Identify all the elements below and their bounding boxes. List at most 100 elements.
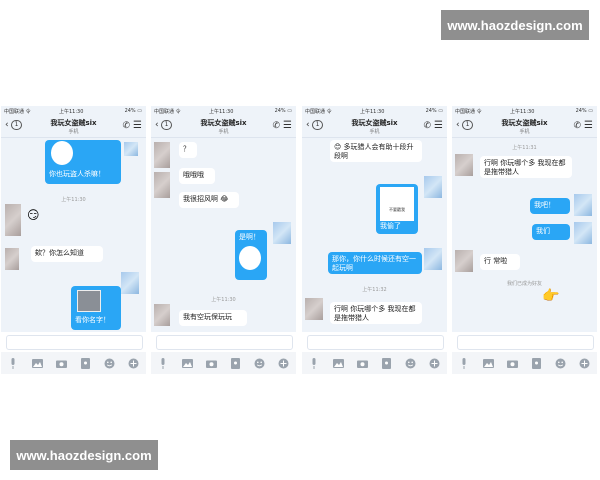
chat-header: ‹ 1 我玩女盗贼six 手机 ✆ ☰ bbox=[151, 115, 296, 138]
back-button[interactable]: ‹ 1 bbox=[306, 120, 324, 130]
message-bubble-in[interactable]: 我很招风啊 😂 bbox=[179, 192, 239, 208]
message-bubble-in[interactable]: 😊 多玩猎人会有助十段升段啊 bbox=[330, 140, 422, 162]
hamburger-menu-icon[interactable]: ☰ bbox=[283, 120, 292, 131]
camera-icon[interactable] bbox=[55, 357, 67, 369]
battery-label: 24% ▭ bbox=[274, 108, 292, 114]
avatar[interactable] bbox=[154, 172, 170, 198]
red-packet-icon[interactable] bbox=[531, 357, 543, 369]
message-bubble-in[interactable]: 哦哦哦 bbox=[179, 168, 215, 184]
time-label: 上午11:30 bbox=[510, 109, 535, 115]
carrier-label: 中国联通 令 bbox=[305, 109, 332, 115]
emoji-icon[interactable] bbox=[254, 357, 266, 369]
carrier-label: 中国联通 令 bbox=[4, 109, 31, 115]
message-bubble-in[interactable]: 我有空玩保玩玩 bbox=[179, 310, 247, 326]
message-text: 我很招风啊 😂 bbox=[183, 195, 229, 203]
message-input[interactable] bbox=[307, 335, 444, 350]
message-text: 那你，你什么时候还有空一起玩啊 bbox=[332, 255, 416, 272]
thumbnail-image[interactable] bbox=[77, 290, 101, 312]
red-packet-icon[interactable] bbox=[80, 357, 92, 369]
message-list[interactable]: 你也玩盗人杀嘛！ 上午11:30 😏 欸？你怎么知道 看你名字！ bbox=[1, 138, 146, 332]
red-packet-icon[interactable] bbox=[381, 357, 393, 369]
plus-icon[interactable] bbox=[278, 357, 290, 369]
message-list[interactable]: ？ 哦哦哦 我很招风啊 😂 是啊！ 上午11:30 我有空玩保玩玩 bbox=[151, 138, 296, 332]
avatar[interactable] bbox=[455, 250, 473, 272]
phone-icon[interactable]: ✆ bbox=[573, 121, 581, 131]
red-packet-icon[interactable] bbox=[230, 357, 242, 369]
message-bubble-in[interactable]: 行啊 你玩哪个多 我现在都是拖带猎人 bbox=[480, 156, 572, 178]
emoji-icon[interactable] bbox=[405, 357, 417, 369]
phone-icon[interactable]: ✆ bbox=[423, 121, 431, 131]
avatar[interactable] bbox=[305, 298, 323, 320]
back-button[interactable]: ‹ 1 bbox=[456, 120, 474, 130]
message-bubble-in[interactable]: 行啊 你玩哪个多 我现在都是拖带猎人 bbox=[330, 302, 422, 324]
message-text: 我们 bbox=[536, 227, 550, 235]
chat-title: 我玩女盗贼six bbox=[50, 119, 97, 127]
back-button[interactable]: ‹ 1 bbox=[155, 120, 173, 130]
hamburger-menu-icon[interactable]: ☰ bbox=[133, 120, 142, 131]
avatar-sticker[interactable]: 不要戳我 bbox=[380, 187, 414, 221]
image-icon[interactable] bbox=[181, 357, 193, 369]
microphone-icon[interactable] bbox=[7, 357, 19, 369]
avatar[interactable] bbox=[5, 204, 21, 236]
message-text: 我偷了 bbox=[380, 222, 401, 230]
avatar[interactable] bbox=[574, 194, 592, 216]
meme-face-sticker[interactable] bbox=[239, 246, 261, 270]
avatar[interactable] bbox=[154, 142, 170, 168]
avatar[interactable] bbox=[455, 154, 473, 176]
avatar[interactable] bbox=[424, 176, 442, 198]
avatar[interactable] bbox=[121, 272, 139, 294]
meme-face-sticker[interactable] bbox=[51, 141, 73, 165]
microphone-icon[interactable] bbox=[157, 357, 169, 369]
status-bar: 中国联通 令 上午11:30 24% ▭ bbox=[302, 106, 447, 115]
hamburger-menu-icon[interactable]: ☰ bbox=[584, 120, 593, 131]
hamburger-menu-icon[interactable]: ☰ bbox=[434, 120, 443, 131]
time-label: 上午11:30 bbox=[360, 109, 385, 115]
avatar[interactable] bbox=[154, 304, 170, 326]
image-icon[interactable] bbox=[482, 357, 494, 369]
emoji-icon[interactable] bbox=[555, 357, 567, 369]
avatar[interactable] bbox=[124, 142, 138, 156]
message-text: 行啊 你玩哪个多 我现在都是拖带猎人 bbox=[484, 159, 566, 176]
phone-icon[interactable]: ✆ bbox=[122, 121, 130, 131]
chat-header: ‹ 1 我玩女盗贼six 手机 ✆ ☰ bbox=[452, 115, 597, 138]
message-input[interactable] bbox=[6, 335, 143, 350]
back-button[interactable]: ‹ 1 bbox=[5, 120, 23, 130]
message-list[interactable]: 上午11:31 行啊 你玩哪个多 我现在都是拖带猎人 我吧！ 我们 行 常啦 我… bbox=[452, 138, 597, 332]
message-bubble-in[interactable]: 行 常啦 bbox=[480, 254, 520, 270]
status-bar: 中国联通 令 上午11:30 24% ▭ bbox=[1, 106, 146, 115]
message-bubble-out[interactable]: 那你，你什么时候还有空一起玩啊 bbox=[328, 252, 422, 274]
chat-subtitle: 手机 bbox=[218, 129, 229, 135]
image-icon[interactable] bbox=[31, 357, 43, 369]
message-input[interactable] bbox=[156, 335, 293, 350]
emoji-icon[interactable] bbox=[104, 357, 116, 369]
plus-icon[interactable] bbox=[579, 357, 591, 369]
camera-icon[interactable] bbox=[356, 357, 368, 369]
phone-icon[interactable]: ✆ bbox=[272, 121, 280, 131]
message-bubble-out[interactable]: 我吧！ bbox=[530, 198, 570, 214]
message-bubble-in[interactable]: ？ bbox=[179, 142, 197, 158]
message-list[interactable]: 😊 多玩猎人会有助十段升段啊 我偷了 不要戳我 那你，你什么时候还有空一起玩啊 … bbox=[302, 138, 447, 332]
microphone-icon[interactable] bbox=[458, 357, 470, 369]
plus-icon[interactable] bbox=[429, 357, 441, 369]
camera-icon[interactable] bbox=[506, 357, 518, 369]
message-text: 行 常啦 bbox=[484, 257, 508, 265]
avatar[interactable] bbox=[574, 222, 592, 244]
camera-icon[interactable] bbox=[205, 357, 217, 369]
input-bar bbox=[452, 332, 597, 352]
avatar[interactable] bbox=[5, 248, 19, 270]
message-bubble-out[interactable]: 我们 bbox=[532, 224, 570, 240]
message-text: 哦哦哦 bbox=[183, 171, 204, 179]
unread-count-badge: 1 bbox=[461, 120, 474, 130]
plus-icon[interactable] bbox=[128, 357, 140, 369]
time-label: 上午11:30 bbox=[209, 109, 234, 115]
avatar[interactable] bbox=[273, 222, 291, 244]
chat-subtitle: 手机 bbox=[519, 129, 530, 135]
thinking-emoji-icon: 😏 bbox=[27, 208, 40, 222]
microphone-icon[interactable] bbox=[308, 357, 320, 369]
message-input[interactable] bbox=[457, 335, 594, 350]
avatar[interactable] bbox=[424, 248, 442, 270]
input-bar bbox=[302, 332, 447, 352]
image-icon[interactable] bbox=[332, 357, 344, 369]
phone-screen-3: 中国联通 令 上午11:30 24% ▭ ‹ 1 我玩女盗贼six 手机 ✆ ☰ … bbox=[302, 106, 447, 374]
message-bubble-in[interactable]: 欸？你怎么知道 bbox=[31, 246, 103, 262]
